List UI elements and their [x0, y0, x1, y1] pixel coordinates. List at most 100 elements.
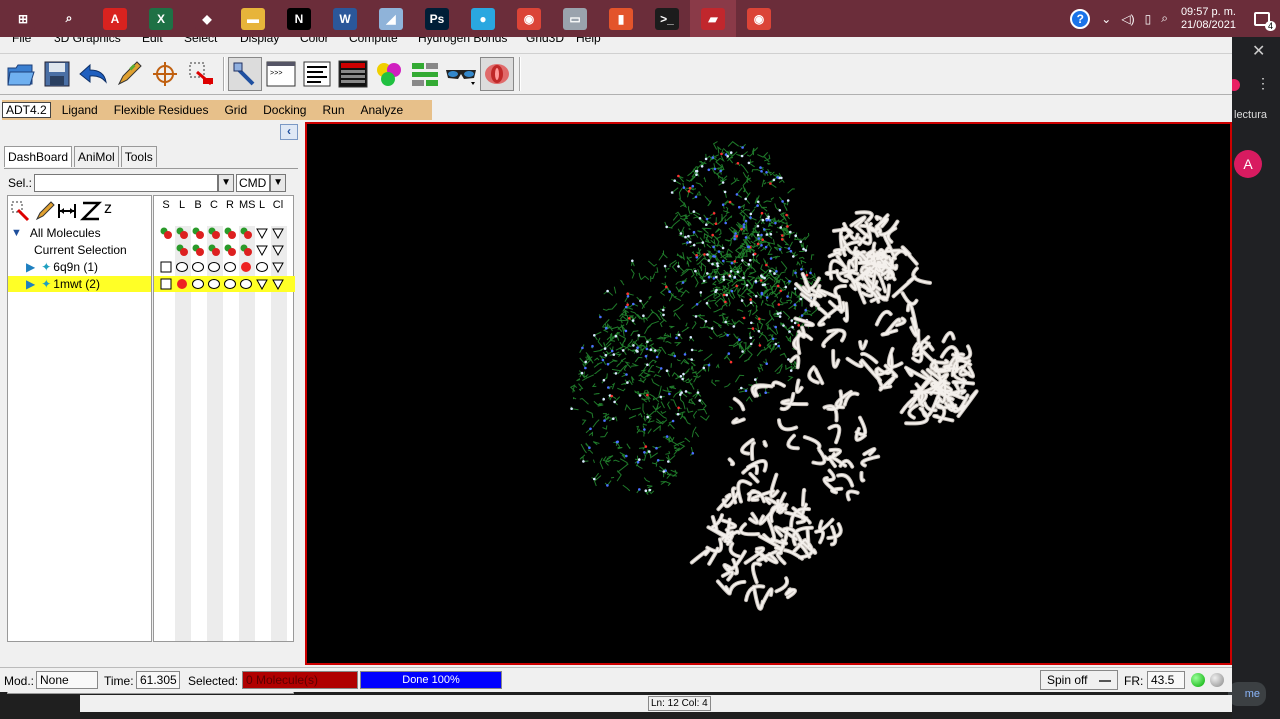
- triangle-toggle-icon[interactable]: [272, 244, 284, 256]
- menu-3d-graphics[interactable]: 3D Graphics: [54, 37, 121, 45]
- menu-edit[interactable]: Edit: [142, 37, 163, 45]
- toggle-on-icon[interactable]: [208, 244, 220, 256]
- toggle-on-icon[interactable]: [208, 227, 220, 239]
- toggle-on-icon[interactable]: [224, 244, 236, 256]
- python-shell-icon[interactable]: >>>: [264, 57, 298, 91]
- menu-display[interactable]: Display: [240, 37, 279, 45]
- tab-dashboard[interactable]: DashBoard: [4, 146, 73, 167]
- notification-icon[interactable]: 4: [1244, 0, 1280, 37]
- toggle-off-icon[interactable]: [176, 261, 188, 273]
- open-molecule-icon[interactable]: [4, 57, 38, 91]
- menu-compute[interactable]: Compute: [349, 37, 398, 45]
- file-explorer-icon[interactable]: ▬: [230, 0, 276, 37]
- crosshair-icon[interactable]: [148, 57, 182, 91]
- toggle-on-icon[interactable]: [192, 244, 204, 256]
- adt-menu-analyze[interactable]: Analyze: [353, 103, 412, 117]
- measure-distance-icon[interactable]: [56, 200, 78, 225]
- toggle-on-icon[interactable]: [240, 244, 252, 256]
- office-icon[interactable]: ▮: [598, 0, 644, 37]
- pencil-icon[interactable]: [34, 200, 56, 225]
- menu-hydrogen-bonds[interactable]: Hydrogen Bonds: [418, 37, 507, 45]
- clock[interactable]: 09:57 p. m. 21/08/2021: [1173, 6, 1244, 32]
- toggle-on-icon[interactable]: [176, 244, 188, 256]
- select-tool-icon[interactable]: [10, 200, 32, 225]
- tab-animol[interactable]: AniMol: [74, 146, 119, 167]
- save-icon[interactable]: [40, 57, 74, 91]
- adt-menu-grid[interactable]: Grid: [216, 103, 255, 117]
- menu-file[interactable]: File: [12, 37, 31, 45]
- adt-menu-ligand[interactable]: Ligand: [54, 103, 106, 117]
- tab-tools[interactable]: Tools: [120, 146, 157, 167]
- help-icon[interactable]: ?: [1070, 8, 1091, 29]
- network-icon[interactable]: ⌕: [1156, 11, 1173, 26]
- tree-row-current-selection[interactable]: Current Selection: [34, 242, 127, 258]
- toggle-off-icon[interactable]: [224, 261, 236, 273]
- checkbox-icon[interactable]: [160, 278, 172, 290]
- selection-input[interactable]: [34, 174, 219, 192]
- word-icon[interactable]: W: [322, 0, 368, 37]
- toggle-off-icon[interactable]: [192, 278, 204, 290]
- toggle-on-icon[interactable]: [176, 278, 188, 290]
- terminal-icon[interactable]: >_: [644, 0, 690, 37]
- collapse-panel-button[interactable]: ‹: [280, 124, 298, 140]
- menu-grid3d[interactable]: Grid3D: [526, 37, 564, 45]
- triangle-toggle-icon[interactable]: [256, 278, 268, 290]
- delete-selection-icon[interactable]: [184, 57, 218, 91]
- spin-button[interactable]: Spin off: [1040, 670, 1118, 690]
- pencil-icon[interactable]: [112, 57, 146, 91]
- pmv-command-icon[interactable]: [228, 57, 262, 91]
- column-header[interactable]: R: [223, 199, 237, 211]
- color-spheres-icon[interactable]: [372, 57, 406, 91]
- adt-menu-run[interactable]: Run: [314, 103, 352, 117]
- display-panel-icon[interactable]: [336, 57, 370, 91]
- chrome-profile-icon[interactable]: ◉: [736, 0, 782, 37]
- layout-icon[interactable]: [408, 57, 442, 91]
- column-header[interactable]: C: [207, 199, 221, 211]
- triangle-toggle-icon[interactable]: [272, 261, 284, 273]
- battery-icon[interactable]: ▯: [1140, 12, 1157, 26]
- selection-dropdown-button[interactable]: ▼: [218, 174, 235, 192]
- column-header[interactable]: Cl: [271, 199, 285, 211]
- text-editor-icon[interactable]: [300, 57, 334, 91]
- adt-menu-adt4-2[interactable]: ADT4.2: [2, 102, 51, 118]
- app-generic-icon[interactable]: ◢: [368, 0, 414, 37]
- excel-icon[interactable]: X: [138, 0, 184, 37]
- volume-icon[interactable]: ◁): [1116, 12, 1139, 26]
- spin-icon[interactable]: [480, 57, 514, 91]
- toggle-off-icon[interactable]: [256, 261, 268, 273]
- search-icon[interactable]: ⌕: [46, 0, 92, 37]
- triangle-toggle-icon[interactable]: [272, 278, 284, 290]
- photoshop-icon[interactable]: Ps: [414, 0, 460, 37]
- cmd-dropdown-button[interactable]: ▼: [270, 174, 287, 192]
- toggle-on-icon[interactable]: [224, 227, 236, 239]
- measure-torsion-icon[interactable]: [79, 200, 103, 225]
- expanded-arrow-icon[interactable]: ▼: [11, 227, 22, 239]
- column-header[interactable]: L: [175, 199, 189, 211]
- triangle-toggle-icon[interactable]: [256, 244, 268, 256]
- collapsed-arrow-icon[interactable]: ▶: [26, 260, 35, 274]
- chevron-up-icon[interactable]: ⌄: [1096, 12, 1116, 26]
- adt-menu-docking[interactable]: Docking: [255, 103, 314, 117]
- toggle-off-icon[interactable]: [192, 261, 204, 273]
- toggle-off-icon[interactable]: [208, 278, 220, 290]
- 3d-viewer[interactable]: [305, 122, 1232, 665]
- column-header[interactable]: B: [191, 199, 205, 211]
- start-icon[interactable]: ⊞: [0, 0, 46, 37]
- cmd-select[interactable]: CMD: [236, 174, 271, 192]
- acrobat-icon[interactable]: A: [92, 0, 138, 37]
- menu-color[interactable]: Color: [300, 37, 329, 45]
- triangle-toggle-icon[interactable]: [256, 227, 268, 239]
- tree-row-1mwt[interactable]: ▶ ✦ 1mwt (2): [8, 276, 151, 292]
- profile-avatar[interactable]: A: [1234, 150, 1262, 178]
- checkbox-icon[interactable]: [160, 261, 172, 273]
- collapsed-arrow-icon[interactable]: ▶: [26, 277, 35, 291]
- tree-row-6q9n[interactable]: ▶ ✦ 6q9n (1): [26, 259, 98, 275]
- column-header[interactable]: L: [255, 199, 269, 211]
- triangle-toggle-icon[interactable]: [272, 227, 284, 239]
- column-header[interactable]: S: [159, 199, 173, 211]
- toggle-on-icon[interactable]: [240, 227, 252, 239]
- toggle-on-icon[interactable]: [240, 261, 252, 273]
- toggle-on-icon[interactable]: [192, 227, 204, 239]
- chrome-icon[interactable]: ◉: [506, 0, 552, 37]
- dropbox-icon[interactable]: ◆: [184, 0, 230, 37]
